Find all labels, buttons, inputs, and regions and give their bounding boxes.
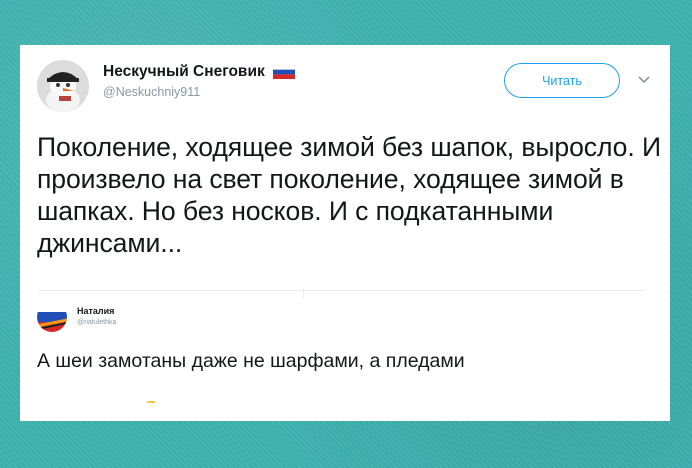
reply-author-handle[interactable]: @natulethka: [77, 319, 116, 326]
reply-avatar[interactable]: [37, 302, 67, 332]
follow-button[interactable]: Читать: [504, 63, 620, 98]
text-cursor-mark: [147, 401, 155, 403]
author-avatar[interactable]: [37, 60, 89, 112]
author-name[interactable]: Нескучный Снеговик: [103, 63, 265, 81]
divider: [38, 290, 644, 291]
reply-text: А шеи замотаны даже не шарфами, а пледам…: [37, 350, 465, 372]
author-name-row: Нескучный Снеговик: [103, 63, 295, 81]
avatar-snowman-icon: [37, 60, 89, 112]
tweet: Нескучный Снеговик @Neskuchniy911 Читать…: [20, 45, 670, 285]
reply-author-name[interactable]: Наталия: [77, 306, 114, 316]
author-handle[interactable]: @Neskuchniy911: [103, 85, 200, 99]
tweet-card: Нескучный Снеговик @Neskuchniy911 Читать…: [20, 45, 670, 421]
russian-flag-icon: [272, 65, 295, 79]
reply-tweet: Наталия @natulethka А шеи замотаны даже …: [20, 295, 670, 415]
chevron-down-icon[interactable]: [637, 75, 651, 85]
avatar-flag-icon: [37, 302, 67, 332]
tweet-text: Поколение, ходящее зимой без шапок, выро…: [37, 132, 661, 258]
